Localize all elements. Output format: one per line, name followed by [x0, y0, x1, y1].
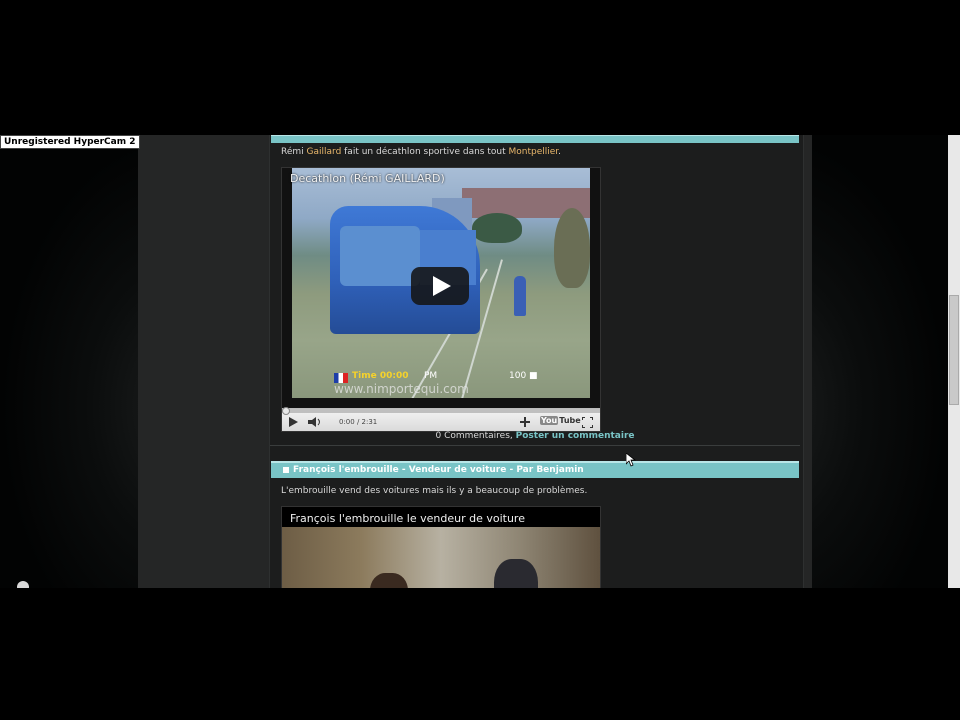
video-player[interactable]: François l'embrouille le vendeur de voit… — [281, 506, 601, 588]
play-pause-button[interactable] — [286, 415, 300, 429]
fullscreen-button[interactable] — [580, 415, 594, 429]
hypercam-watermark: Unregistered HyperCam 2 — [0, 135, 140, 149]
description-text: fait un décathlon sportive dans tout — [341, 147, 509, 157]
post-divider — [270, 445, 800, 446]
plus-icon — [520, 417, 530, 427]
bullet-icon — [283, 466, 289, 473]
video-letterbox-top — [0, 0, 960, 135]
blog-post: François l'embrouille - Vendeur de voitu… — [270, 461, 803, 588]
post-footer: 0 Commentaires, Poster un commentaire — [270, 431, 800, 441]
scrollbar-thumb[interactable] — [949, 295, 959, 405]
video-player[interactable]: Time 00:00 PM 100 ■ www.nimportequi.com … — [281, 167, 601, 432]
post-title-bar: François l'embrouille - Vendeur de voitu… — [271, 461, 799, 478]
post-description: Rémi Gaillard fait un décathlon sportive… — [281, 147, 561, 157]
volume-button[interactable] — [306, 415, 324, 429]
tram-window — [340, 226, 420, 286]
video-overlay-site: www.nimportequi.com — [334, 382, 469, 396]
video-overlay-pm: PM — [424, 371, 438, 381]
description-link[interactable]: Gaillard — [307, 147, 342, 157]
youtube-logo-tube: Tube — [559, 416, 581, 425]
background-tree — [554, 208, 590, 288]
video-frame[interactable] — [282, 527, 600, 588]
page-background-left — [0, 135, 138, 588]
video-controls: 0:00 / 2:31 You Tube — [282, 407, 600, 431]
blog-post: Rémi Gaillard fait un décathlon sportive… — [270, 135, 803, 446]
video-person — [370, 573, 408, 588]
description-text: . — [558, 147, 562, 157]
play-icon — [288, 417, 298, 427]
page-background-right — [812, 135, 948, 588]
description-text: Rémi — [281, 147, 307, 157]
video-letterbox-bottom — [0, 588, 960, 720]
video-title[interactable]: Decathlon (Rémi GAILLARD) — [290, 172, 445, 185]
video-time: 0:00 / 2:31 — [339, 418, 378, 426]
page-scrollbar[interactable] — [948, 135, 960, 588]
post-description: L'embrouille vend des voitures mais ils … — [281, 486, 588, 496]
youtube-logo[interactable]: You Tube — [540, 416, 582, 425]
post-title[interactable]: François l'embrouille - Vendeur de voitu… — [293, 465, 584, 475]
comments-count[interactable]: 0 Commentaires, — [435, 431, 515, 441]
post-title-bar — [271, 135, 799, 143]
play-button-overlay[interactable] — [411, 267, 469, 305]
progress-knob[interactable] — [282, 407, 290, 415]
play-icon — [433, 276, 451, 296]
fullscreen-icon — [581, 416, 593, 428]
youtube-logo-you: You — [540, 416, 559, 425]
video-title[interactable]: François l'embrouille le vendeur de voit… — [290, 512, 525, 525]
progress-bar[interactable] — [282, 407, 600, 415]
screen-capture: Unregistered HyperCam 2 Rémi Gaillard fa… — [0, 135, 960, 588]
taskbar-icon[interactable] — [17, 581, 29, 588]
video-person — [494, 559, 538, 588]
background-tree — [472, 213, 522, 243]
video-frame[interactable]: Time 00:00 PM 100 ■ www.nimportequi.com — [292, 168, 590, 398]
post-comment-link[interactable]: Poster un commentaire — [516, 431, 635, 441]
blog-main-column: Rémi Gaillard fait un décathlon sportive… — [138, 135, 812, 588]
blog-posts-column: Rémi Gaillard fait un décathlon sportive… — [269, 135, 804, 588]
video-overlay-speed: 100 ■ — [509, 371, 538, 381]
volume-icon — [308, 417, 320, 427]
runner — [514, 276, 526, 316]
video-overlay-time: Time 00:00 — [352, 371, 409, 381]
add-to-button[interactable] — [518, 415, 532, 429]
description-link[interactable]: Montpellier — [508, 147, 558, 157]
